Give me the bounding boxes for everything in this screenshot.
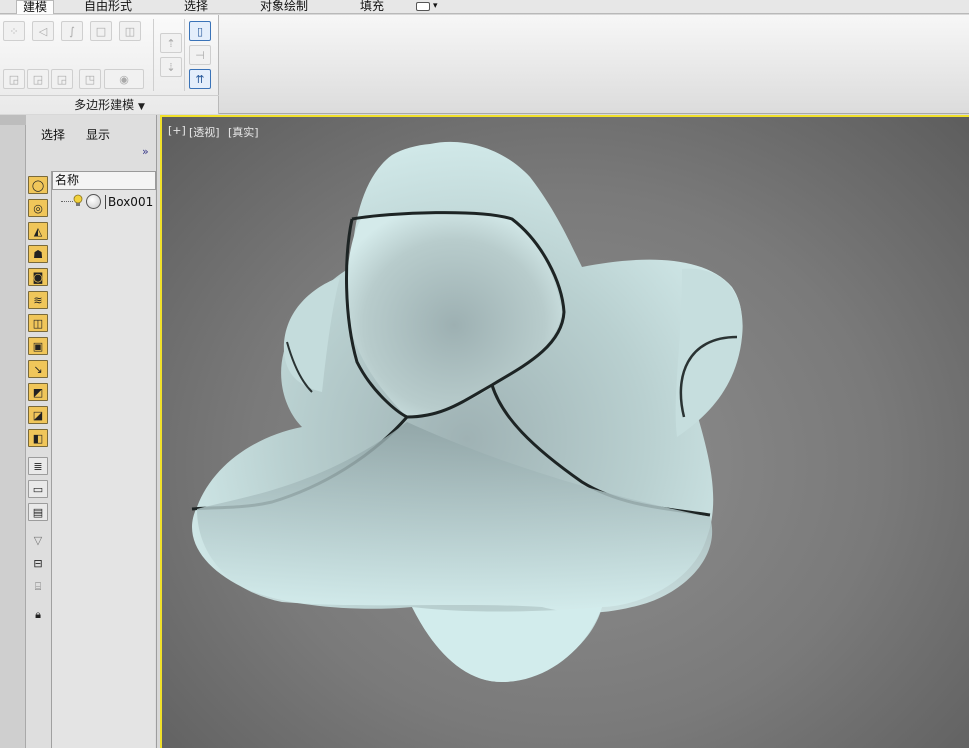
panel-label-text: 多边形建模 <box>74 98 135 112</box>
edit-poly-icon-3[interactable]: ◲ <box>51 69 73 89</box>
tab-selection[interactable]: 选择 <box>184 0 208 14</box>
edit-poly-icon-1[interactable]: ◲ <box>3 69 25 89</box>
space-warps-icon[interactable]: ◫ <box>28 314 48 332</box>
box-icon[interactable]: ▭ <box>28 480 48 498</box>
show-end-result-icon[interactable]: ⇈ <box>189 69 211 89</box>
ribbon: ⁘ ◁ ∫ □ ◫ ◲ ◲ ◲ ◳ ◉ ⇡ ⇣ ▯ ⊣ ⇈ 多边形建模 ▼ <box>0 15 969 114</box>
edit-poly-icon-2[interactable]: ◲ <box>27 69 49 89</box>
border-icon[interactable]: ∫ <box>61 21 83 41</box>
tab-object-paint[interactable]: 对象绘制 <box>260 0 308 14</box>
display-all-icon[interactable]: ◯ <box>28 176 48 194</box>
containers-icon[interactable]: ◪ <box>28 406 48 424</box>
element-icon[interactable]: ◫ <box>119 21 141 41</box>
frozen-icon[interactable]: ◧ <box>28 429 48 447</box>
shapes-icon[interactable]: ◭ <box>28 222 48 240</box>
geometry-icon[interactable]: ◎ <box>28 199 48 217</box>
lock-icon[interactable]: 🔒︎ <box>28 605 48 623</box>
display-children-icon[interactable]: ⌸ <box>28 577 48 595</box>
vertex-icon[interactable]: ⁘ <box>3 21 25 41</box>
xrefs-icon[interactable]: ↘ <box>28 360 48 378</box>
tree-connector <box>61 201 73 202</box>
groups-icon[interactable]: ▣ <box>28 337 48 355</box>
list-item[interactable]: Box001 <box>52 193 156 211</box>
tab-populate[interactable]: 填充 <box>360 0 384 14</box>
menu-display[interactable]: 显示 <box>86 126 110 143</box>
move-up-icon[interactable]: ⇡ <box>160 33 182 53</box>
dropdown-arrow-icon: ▼ <box>137 102 145 112</box>
helpers-icon[interactable]: ≋ <box>28 291 48 309</box>
ribbon-minimize-icon[interactable] <box>416 2 430 11</box>
perspective-viewport[interactable]: [+] [透视] [真实] <box>160 115 969 748</box>
lights-icon[interactable]: ☗ <box>28 245 48 263</box>
divider <box>184 19 185 91</box>
object-list: 名称 Box001 <box>51 171 156 748</box>
edit-poly-icon-4[interactable]: ◳ <box>79 69 101 89</box>
panel-label-polygon-modeling[interactable]: 多边形建模 ▼ <box>0 95 219 113</box>
list-icon[interactable]: ≣ <box>28 457 48 475</box>
tab-modeling[interactable]: 建模 <box>16 0 55 14</box>
left-dock-strip <box>0 115 26 748</box>
cameras-icon[interactable]: ◙ <box>28 268 48 286</box>
move-down-icon[interactable]: ⇣ <box>160 57 182 77</box>
pin-icon[interactable]: ⊣ <box>189 45 211 65</box>
divider <box>153 19 154 91</box>
geometry-object-icon <box>86 194 101 209</box>
pin-stack-icon[interactable]: ▯ <box>189 21 211 41</box>
filter-selected-icon[interactable]: ⊟ <box>28 554 48 572</box>
object-name: Box001 <box>105 195 153 209</box>
blob-3d-model[interactable] <box>162 117 969 748</box>
scene-explorer: 选择 显示 » ◯ ◎ ◭ ☗ ◙ ≋ ◫ ▣ ↘ ◩ ◪ ◧ ≣ ▭ ▤ ▽ … <box>26 115 157 748</box>
tab-freeform[interactable]: 自由形式 <box>84 0 132 14</box>
filter-icon[interactable]: ▽ <box>28 531 48 549</box>
app-window: 建模 自由形式 选择 对象绘制 填充 ▾ ⁘ ◁ ∫ □ ◫ ◲ ◲ ◲ ◳ ◉… <box>0 0 969 748</box>
explorer-filter-toolbar: ◯ ◎ ◭ ☗ ◙ ≋ ◫ ▣ ↘ ◩ ◪ ◧ ≣ ▭ ▤ ▽ ⊟ ⌸ 🔒︎ <box>26 173 51 748</box>
ribbon-panel-polygon-modeling: ⁘ ◁ ∫ □ ◫ ◲ ◲ ◲ ◳ ◉ ⇡ ⇣ ▯ ⊣ ⇈ 多边形建模 ▼ <box>0 15 219 114</box>
column-header-name[interactable]: 名称 <box>52 171 156 190</box>
light-bulb-icon[interactable] <box>73 194 83 208</box>
expand-toolbar-icon[interactable]: » <box>142 145 149 158</box>
edge-icon[interactable]: ◁ <box>32 21 54 41</box>
chevron-down-icon[interactable]: ▾ <box>433 0 438 14</box>
circle-icon[interactable]: ◉ <box>104 69 144 89</box>
polygon-icon[interactable]: □ <box>90 21 112 41</box>
properties-icon[interactable]: ▤ <box>28 503 48 521</box>
menu-select[interactable]: 选择 <box>41 126 65 143</box>
left-dock-band <box>0 115 26 125</box>
ribbon-tab-bar: 建模 自由形式 选择 对象绘制 填充 ▾ <box>0 0 969 14</box>
bones-icon[interactable]: ◩ <box>28 383 48 401</box>
